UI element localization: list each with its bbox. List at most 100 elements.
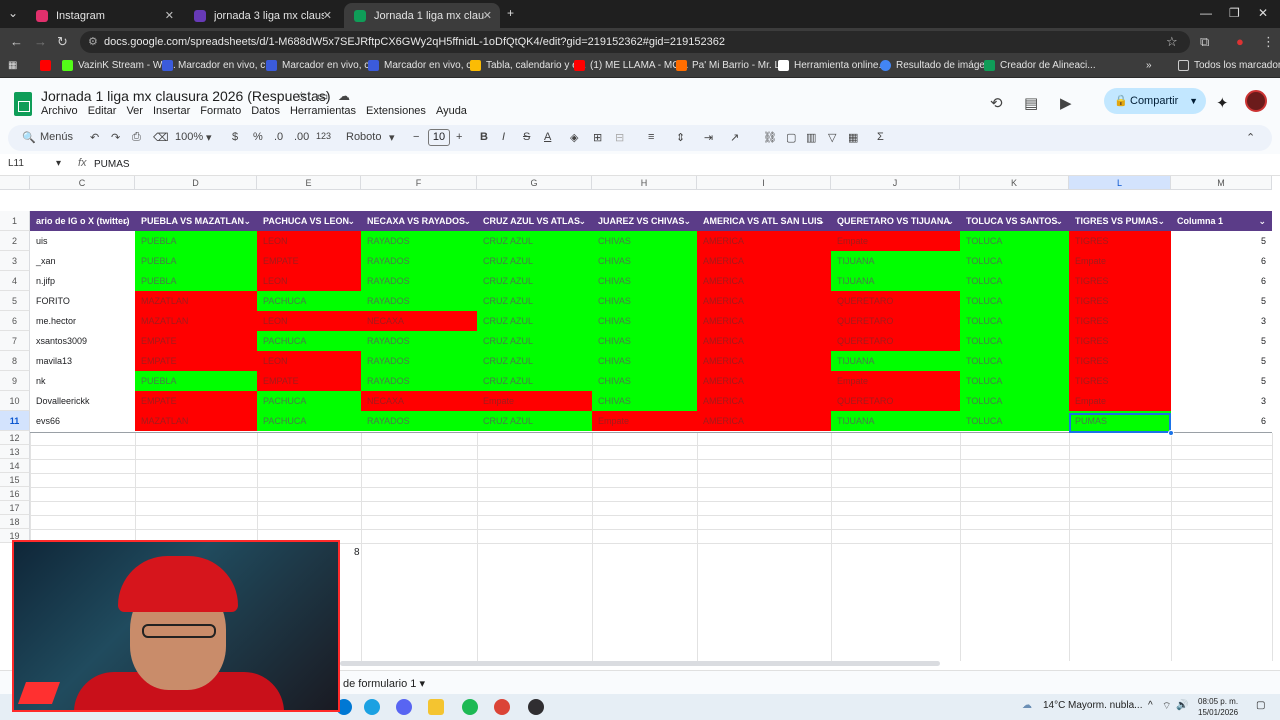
menu-insertar[interactable]: Insertar	[153, 105, 190, 117]
column-header-c[interactable]: C	[30, 176, 135, 190]
row-header[interactable]: 14	[0, 459, 30, 473]
pick-cell[interactable]: MAZATLAN	[135, 311, 257, 331]
pick-cell[interactable]: PUEBLA	[135, 251, 257, 271]
currency-format-button[interactable]: $	[232, 131, 238, 143]
pick-cell[interactable]: CHIVAS	[592, 311, 697, 331]
pick-cell[interactable]: TIGRES	[1069, 331, 1171, 351]
bookmark-item[interactable]: VazinK Stream - Wa...	[62, 60, 176, 71]
clock[interactable]: 08:05 p. m. 15/01/2026	[1198, 696, 1238, 718]
redo-icon[interactable]: ↷	[111, 131, 120, 144]
collapse-toolbar-icon[interactable]: ⌃	[1246, 131, 1255, 144]
obs-icon[interactable]	[528, 699, 544, 715]
pick-cell[interactable]: CHIVAS	[592, 371, 697, 391]
pick-cell[interactable]: CHIVAS	[592, 271, 697, 291]
menu-datos[interactable]: Datos	[251, 105, 280, 117]
pick-cell[interactable]: PUEBLA	[135, 371, 257, 391]
pick-cell[interactable]: RAYADOS	[361, 371, 477, 391]
pick-cell[interactable]: TIJUANA	[831, 411, 960, 431]
new-tab-icon[interactable]: +	[507, 6, 514, 20]
pick-cell[interactable]: QUERETARO	[831, 331, 960, 351]
filter-chevron-icon[interactable]: ⌄	[347, 211, 355, 231]
filter-chevron-icon[interactable]: ⌄	[1055, 211, 1063, 231]
select-all-corner[interactable]	[0, 176, 30, 190]
chevron-down-icon[interactable]: ▾	[206, 131, 212, 144]
pick-cell[interactable]: RAYADOS	[361, 271, 477, 291]
pick-cell[interactable]: AMERICA	[697, 351, 831, 371]
url-input[interactable]: ⚙ docs.google.com/spreadsheets/d/1-M688d…	[80, 31, 1190, 53]
bold-icon[interactable]: B	[480, 131, 488, 143]
all-bookmarks[interactable]: Todos los marcadores	[1178, 60, 1280, 71]
apps-icon[interactable]: ▦	[8, 60, 17, 71]
pick-cell[interactable]: QUERETARO	[831, 311, 960, 331]
pick-cell[interactable]: TOLUCA	[960, 391, 1069, 411]
column-header-l[interactable]: L	[1069, 176, 1171, 190]
username-cell[interactable]: evs66	[30, 411, 135, 431]
pick-cell[interactable]: TIGRES	[1069, 311, 1171, 331]
pick-cell[interactable]: PUEBLA	[135, 271, 257, 291]
row-header[interactable]: 11	[0, 411, 30, 431]
pick-cell[interactable]: CHIVAS	[592, 331, 697, 351]
bookmark-item[interactable]: Pa' Mi Barrio - Mr. L...	[676, 60, 788, 71]
bookmark-star-icon[interactable]: ☆	[1166, 34, 1178, 50]
filter-chevron-icon[interactable]: ⌄	[946, 211, 954, 231]
pick-cell[interactable]: CRUZ AZUL	[477, 311, 592, 331]
column-header-e[interactable]: E	[257, 176, 361, 190]
pick-cell[interactable]: RAYADOS	[361, 291, 477, 311]
chevron-down-icon[interactable]: ▾	[56, 158, 61, 169]
menu-extensiones[interactable]: Extensiones	[366, 105, 426, 117]
pick-cell[interactable]: CRUZ AZUL	[477, 251, 592, 271]
pick-cell[interactable]: AMERICA	[697, 311, 831, 331]
close-icon[interactable]: ✕	[165, 9, 174, 22]
pick-cell[interactable]: Empate	[831, 371, 960, 391]
search-icon[interactable]: 🔍	[22, 131, 36, 144]
close-icon[interactable]: ✕	[483, 9, 492, 22]
pick-cell[interactable]: TOLUCA	[960, 331, 1069, 351]
row-header[interactable]: 5	[0, 291, 30, 311]
pick-cell[interactable]: TIGRES	[1069, 291, 1171, 311]
pick-cell[interactable]: CHIVAS	[592, 351, 697, 371]
pick-cell[interactable]: QUERETARO	[831, 291, 960, 311]
header-cell[interactable]: JUAREZ VS CHIVAS ⌄	[592, 211, 697, 231]
pick-cell[interactable]: PACHUCA	[257, 411, 361, 431]
pick-cell[interactable]: TIGRES	[1069, 271, 1171, 291]
filter-chevron-icon[interactable]: ⌄	[121, 211, 129, 231]
history-icon[interactable]: ⟲	[990, 94, 1003, 112]
meet-icon[interactable]: ▶	[1060, 94, 1072, 112]
text-wrap-icon[interactable]: ⇥	[704, 131, 713, 144]
pick-cell[interactable]: EMPATE	[135, 331, 257, 351]
pick-cell[interactable]: RAYADOS	[361, 331, 477, 351]
filter-chevron-icon[interactable]: ⌄	[243, 211, 251, 231]
header-cell[interactable]: NECAXA VS RAYADOS ⌄	[361, 211, 477, 231]
pick-cell[interactable]: MAZATLAN	[135, 411, 257, 431]
score-cell[interactable]: 3	[1171, 391, 1272, 411]
bookmark-item[interactable]	[40, 60, 56, 71]
share-button[interactable]: 🔒 Compartir ▼	[1104, 88, 1206, 114]
row-header[interactable]: 13	[0, 445, 30, 459]
pick-cell[interactable]: CRUZ AZUL	[477, 331, 592, 351]
fill-handle[interactable]	[1168, 430, 1174, 436]
pick-cell[interactable]: AMERICA	[697, 371, 831, 391]
zoom-select[interactable]: 100%	[175, 131, 203, 143]
score-cell[interactable]: 6	[1171, 271, 1272, 291]
username-cell[interactable]: mavila13	[30, 351, 135, 371]
horizontal-scrollbar[interactable]	[340, 661, 940, 666]
pick-cell[interactable]: CRUZ AZUL	[477, 371, 592, 391]
menus-search[interactable]: Menús	[40, 131, 73, 143]
bookmark-item[interactable]: Creador de Alineaci...	[984, 60, 1096, 71]
header-cell[interactable]: PUEBLA VS MAZATLAN ⌄	[135, 211, 257, 231]
pick-cell[interactable]: TOLUCA	[960, 271, 1069, 291]
column-header-m[interactable]: M	[1171, 176, 1272, 190]
pick-cell[interactable]: NECAXA	[361, 391, 477, 411]
sheets-logo-icon[interactable]	[14, 92, 32, 116]
username-cell[interactable]: Dovalleerickk	[30, 391, 135, 411]
close-window-icon[interactable]: ✕	[1258, 6, 1268, 20]
pick-cell[interactable]: LEON	[257, 231, 361, 251]
header-cell[interactable]: AMERICA VS ATL SAN LUIS ⌄	[697, 211, 831, 231]
pick-cell[interactable]: TOLUCA	[960, 371, 1069, 391]
row-header[interactable]: 17	[0, 501, 30, 515]
pick-cell[interactable]: PACHUCA	[257, 391, 361, 411]
row-header[interactable]: 1	[0, 211, 30, 231]
pick-cell[interactable]: Empate	[1069, 391, 1171, 411]
filter-chevron-icon[interactable]: ⌄	[683, 211, 691, 231]
pick-cell[interactable]: Empate	[1069, 251, 1171, 271]
